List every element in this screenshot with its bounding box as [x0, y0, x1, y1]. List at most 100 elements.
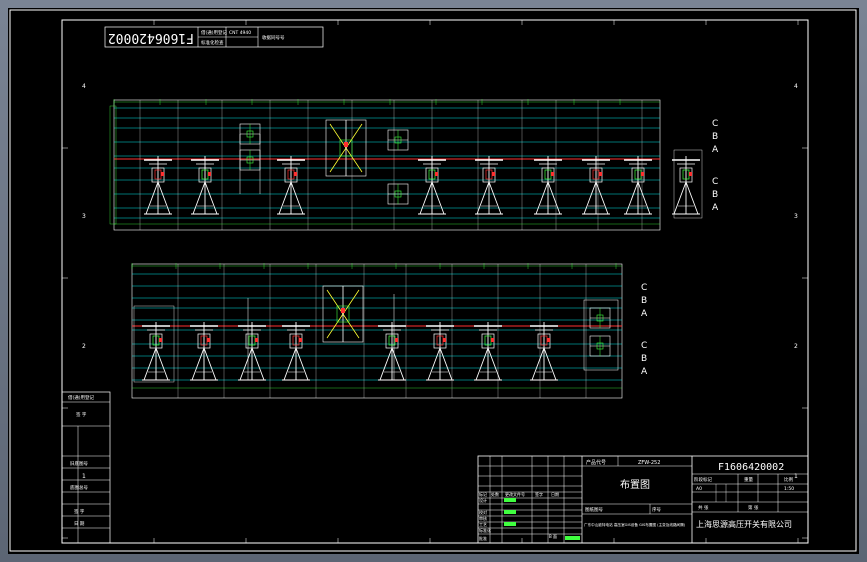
phase-label-c3: C: [641, 283, 647, 293]
left-label-1: 旧底图号: [70, 460, 88, 467]
aux-unit-u4: [387, 183, 409, 205]
approval-stamp-3: [504, 522, 516, 526]
phase-label-b2: B: [712, 190, 718, 200]
gis-bay-u5[interactable]: [534, 156, 562, 215]
product-code-label: 产品代号: [586, 459, 606, 466]
drawing-sheet: F1606420002 借(通)用登记 CNT 4940 标准化检查 收据同号号…: [8, 8, 859, 554]
approval-stamp-2: [504, 510, 516, 514]
gis-layout-lower[interactable]: [131, 263, 623, 399]
phase-labels-lower: C B A C B A: [641, 283, 648, 377]
phase-label-b1: B: [712, 132, 718, 142]
zone-left-0: 4: [82, 83, 86, 90]
zone-right-0: 4: [794, 83, 798, 90]
rev-head-4: 日期: [551, 491, 559, 497]
aux-unit-u2: [239, 149, 261, 171]
gis-bay-u0[interactable]: [144, 156, 172, 215]
product-code: ZFW-252: [638, 460, 660, 466]
phase-label-c1: C: [712, 119, 718, 129]
gis-bay-u7[interactable]: [624, 156, 652, 215]
gis-layout-upper[interactable]: [109, 99, 703, 231]
gis-bay-l1[interactable]: [190, 322, 218, 381]
gis-bay-u4[interactable]: [475, 156, 503, 215]
zone-left-3: 1: [82, 473, 86, 480]
zone-left-2: 2: [82, 343, 86, 350]
left-label-0: 借(通)用登记: [68, 394, 95, 401]
gis-bay-u2[interactable]: [277, 156, 305, 215]
inner-border: [61, 19, 809, 544]
top-left-tag-box: F1606420002 借(通)用登记 CNT 4940 标准化检查 收据同号号: [104, 26, 324, 48]
role-standard: 标准化: [479, 527, 491, 533]
scale-value: 1:50: [784, 486, 794, 492]
cross-bay-l[interactable]: [322, 285, 364, 343]
cross-bay-u[interactable]: [325, 119, 367, 177]
stage-label: 阶段标记: [694, 476, 712, 483]
box-r2c2: 标准化检查: [201, 39, 224, 46]
gis-bay-u3[interactable]: [418, 156, 446, 215]
aux-unit-u3: [387, 129, 409, 151]
gis-bay-l2[interactable]: [238, 322, 266, 381]
gis-bay-u1[interactable]: [191, 156, 219, 215]
left-label-4: 日 期: [74, 521, 85, 527]
phase-label-c2: C: [712, 177, 718, 187]
lower-end-box: [583, 299, 619, 371]
role-design: 设计: [479, 497, 487, 503]
aux-unit-l2: [589, 335, 611, 357]
rev-head-3: 签字: [535, 491, 543, 497]
aux-unit-u1: [239, 123, 261, 145]
lower-outline: [131, 263, 623, 399]
phase-label-b4: B: [641, 354, 647, 364]
box-r3c2: 收据同号号: [262, 34, 285, 41]
ref-label: 图纸图号: [585, 506, 603, 513]
drawing-title: 布置图: [620, 479, 650, 491]
gis-bay-l6[interactable]: [474, 322, 502, 381]
seq-label: 序号: [652, 506, 661, 513]
gis-bay-l4[interactable]: [378, 322, 406, 381]
left-label-2: 底图总号: [70, 484, 88, 491]
approval-stamp-1: [504, 498, 516, 502]
stage-a0: A0: [696, 486, 702, 492]
gis-bay-l3[interactable]: [282, 322, 310, 381]
role-approve: 批准: [479, 535, 487, 541]
weight-label: 重量: [744, 476, 753, 483]
left-label-3: 签 字: [76, 411, 87, 418]
gis-bay-l0[interactable]: [142, 322, 170, 381]
drawing-number: F1606420002: [718, 462, 784, 473]
role-check: 校对: [479, 509, 487, 515]
upper-outline: [113, 99, 661, 231]
project-name: 广东中山欧特电站 高压室GIS设备 GIS布置图 (主变及线路间隔): [584, 522, 686, 527]
b-side-label: B 面: [549, 534, 557, 539]
phase-labels-upper: C B A C B A: [712, 119, 719, 213]
role-process: 工艺: [479, 522, 487, 527]
left-signature-block: 借(通)用登记 签 字 旧底图号 底图总号 签 字 日 期: [61, 391, 111, 544]
phase-label-a4: A: [641, 367, 648, 377]
rev-head-1: 处数: [491, 491, 499, 497]
gis-bay-l5[interactable]: [426, 322, 454, 381]
phase-label-c4: C: [641, 341, 647, 351]
rev-head-0: 标记: [479, 491, 487, 497]
cad-drawing[interactable]: F1606420002 借(通)用登记 CNT 4940 标准化检查 收据同号号…: [8, 8, 859, 554]
box-r1c1: 借(通)用登记: [201, 29, 228, 36]
sheet-total: 共 张: [698, 504, 709, 511]
phase-label-a2: A: [712, 203, 719, 213]
phase-label-a3: A: [641, 309, 648, 319]
cad-viewport: F1606420002 借(通)用登记 CNT 4940 标准化检查 收据同号号…: [0, 0, 867, 562]
sheet-index: 第 张: [748, 504, 759, 511]
rev-head-2: 更改文件号: [505, 491, 525, 497]
title-block: 标记 处数 更改文件号 签字 日期 设计 校对 审核 工艺 标准化 批准 B 面: [477, 455, 809, 544]
role-review: 审核: [479, 515, 487, 521]
gis-bay-u-ext[interactable]: [672, 156, 700, 215]
upper-left-cap: [109, 105, 117, 225]
box-r1c2: CNT 4940: [229, 30, 251, 36]
zone-right-2: 2: [794, 343, 798, 350]
scale-label: 比例: [784, 476, 793, 483]
zone-markers: 4 43 32 21 1: [62, 20, 808, 543]
company-name: 上海思源高压开关有限公司: [696, 519, 792, 529]
gis-bay-u6[interactable]: [582, 156, 610, 215]
phase-label-a1: A: [712, 145, 719, 155]
phase-label-b3: B: [641, 296, 647, 306]
left-label-3b: 签 字: [74, 508, 85, 515]
zone-right-1: 3: [794, 213, 798, 220]
aux-unit-l1: [589, 307, 611, 329]
drawing-number-rotated: F1606420002: [108, 30, 194, 45]
gis-bay-l7[interactable]: [530, 322, 558, 381]
